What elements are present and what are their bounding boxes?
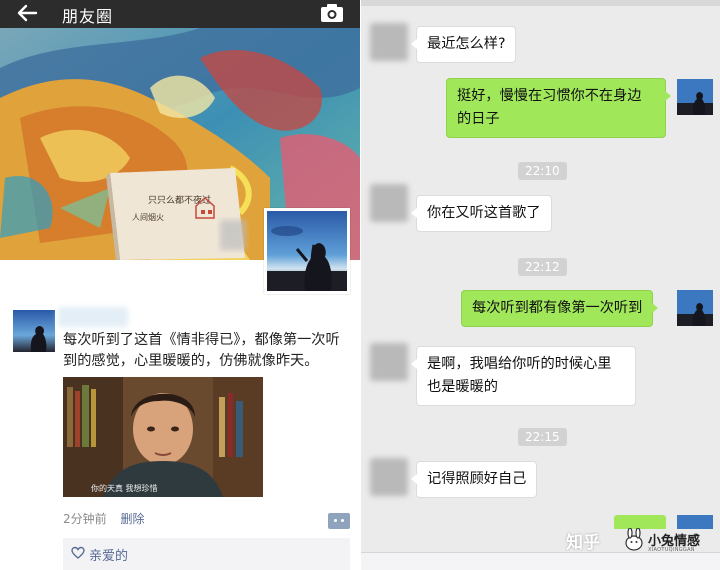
chat-input-bar[interactable] — [361, 552, 720, 570]
message-outgoing[interactable]: 挺好，慢慢在习惯你不在身边的日子 — [446, 78, 671, 138]
moments-titlebar: 朋友圈 — [0, 0, 360, 28]
post-text: 每次听到了这首《情非得已》，都像第一次听到的感觉，心里暖暖的，仿佛就像昨天。 — [63, 332, 340, 369]
chat-panel: 最近怎么样? 挺好，慢慢在习惯你不在身边的日子 22:10 你在又听这首歌了 2… — [361, 0, 720, 570]
contact-avatar[interactable] — [370, 343, 408, 381]
message-incoming[interactable]: 最近怎么样? — [410, 26, 517, 63]
post-author-avatar[interactable] — [13, 310, 55, 352]
cover-book-text: 只只么都不夜过 — [148, 194, 211, 206]
zhihu-logo: 知乎 — [566, 533, 600, 553]
post-image[interactable]: 你的天真 我想珍惜 — [63, 377, 263, 497]
moments-title: 朋友圈 — [62, 7, 114, 26]
message-outgoing-partial[interactable] — [614, 515, 666, 529]
message-incoming[interactable]: 是啊，我唱给你听的时候心里也是暖暖的 — [411, 346, 636, 406]
chat-header-edge — [361, 0, 720, 6]
rabbit-logo-icon — [625, 528, 643, 551]
post-image-caption: 你的天真 我想珍惜 — [91, 484, 158, 493]
profile-avatar[interactable] — [264, 208, 350, 294]
timestamp: 22:12 — [518, 258, 567, 276]
timestamp: 22:10 — [518, 162, 567, 180]
back-arrow-icon[interactable] — [16, 3, 38, 23]
camera-icon[interactable] — [320, 3, 344, 23]
my-avatar[interactable] — [677, 290, 713, 326]
message-incoming[interactable]: 你在又听这首歌了 — [411, 195, 552, 232]
moments-panel: 朋友圈 只只么都不夜过 人间烟火 每次听到了这首《情非得已》，都像第一次听到的感… — [0, 0, 360, 570]
post-meta: 2分钟前 删除 — [63, 510, 144, 527]
my-avatar-partial[interactable] — [677, 515, 713, 529]
post-image-photo — [63, 377, 263, 497]
post-time: 2分钟前 — [63, 512, 107, 526]
contact-avatar[interactable] — [370, 458, 408, 496]
delete-link[interactable]: 删除 — [120, 512, 144, 526]
profile-avatar-image — [267, 211, 347, 291]
my-avatar[interactable] — [677, 79, 713, 115]
message-outgoing[interactable]: 每次听到都有像第一次听到 — [461, 290, 659, 327]
timestamp: 22:15 — [518, 428, 567, 446]
comment-more-icon[interactable] — [328, 513, 350, 529]
post-author-name-blurred[interactable] — [58, 307, 128, 327]
heart-icon — [71, 546, 85, 559]
svg-text:人间烟火: 人间烟火 — [132, 213, 164, 222]
contact-avatar[interactable] — [370, 184, 408, 222]
brand-subtitle: XIAOTUQINGGAN — [648, 547, 695, 553]
likes-section: 亲爱的 — [63, 538, 350, 570]
message-incoming[interactable]: 记得照顾好自己 — [410, 461, 538, 498]
watermark: 知乎 小兔情感 XIAOTUQINGGAN — [566, 528, 716, 554]
like-user-name[interactable]: 亲爱的 — [89, 545, 128, 564]
contact-avatar[interactable] — [370, 23, 408, 61]
